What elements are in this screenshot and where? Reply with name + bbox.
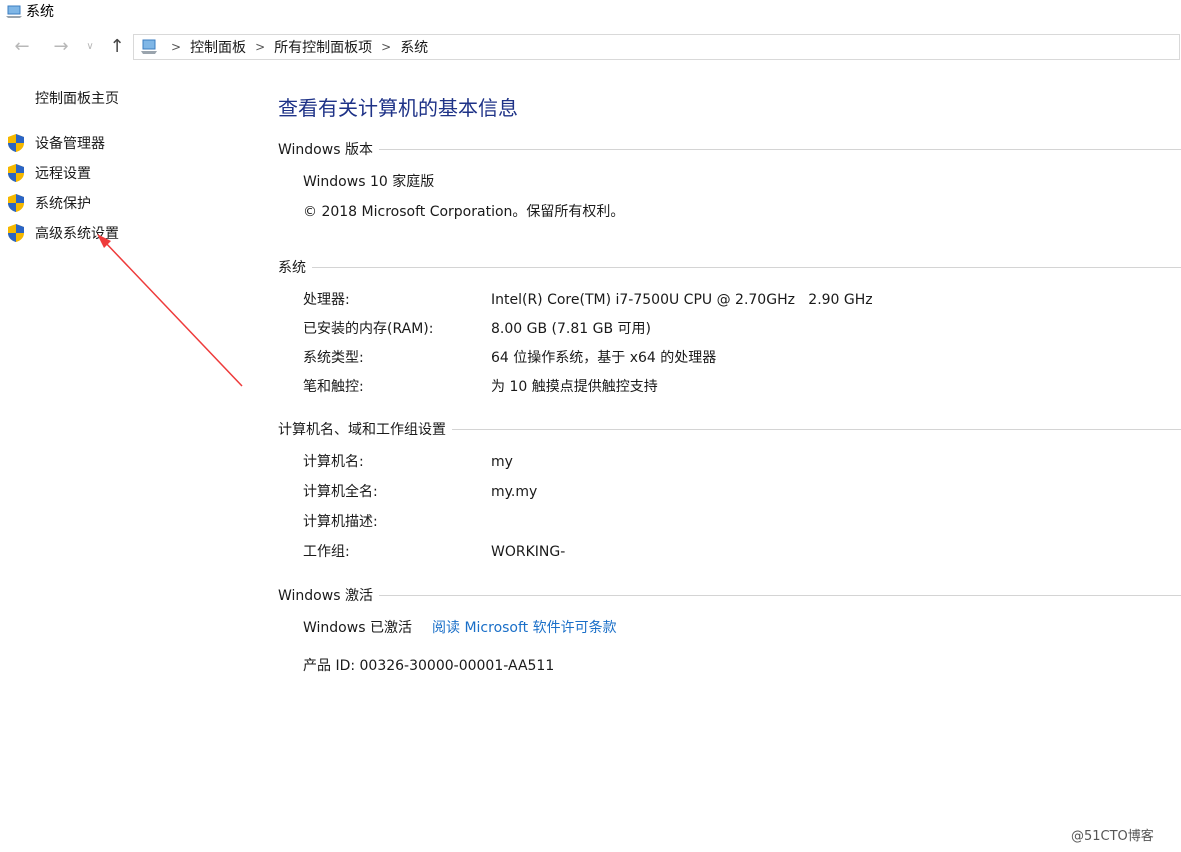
pen-touch-label: 笔和触控:	[303, 379, 364, 395]
back-button[interactable]: ←	[11, 36, 33, 58]
workgroup-label: 工作组:	[303, 544, 350, 560]
breadcrumb-all-items[interactable]: 所有控制面板项	[274, 37, 372, 57]
full-name-label: 计算机全名:	[303, 484, 378, 500]
section-activation: Windows 激活	[278, 585, 1181, 605]
computer-icon	[6, 5, 22, 18]
forward-button[interactable]: →	[50, 36, 72, 58]
license-terms-link[interactable]: 阅读 Microsoft 软件许可条款	[432, 618, 617, 638]
recent-locations-dropdown[interactable]: ∨	[82, 36, 98, 58]
full-name-value: my.my	[491, 484, 538, 500]
section-system: 系统	[278, 257, 1181, 277]
computer-name-value: my	[491, 454, 513, 470]
control-panel-icon	[141, 39, 157, 54]
section-divider	[378, 595, 1181, 596]
sidebar-item-label: 高级系统设置	[35, 226, 119, 242]
copyright-text: © 2018 Microsoft Corporation。保留所有权利。	[303, 204, 625, 220]
sidebar-item-label: 远程设置	[35, 166, 91, 182]
chevron-right-icon[interactable]: >	[381, 40, 391, 54]
section-divider	[378, 149, 1181, 150]
sidebar-item-device-manager[interactable]: 设备管理器	[6, 132, 105, 154]
activation-status: Windows 已激活	[303, 620, 412, 636]
chevron-right-icon[interactable]: >	[171, 40, 181, 54]
window-title: 系统	[26, 4, 54, 20]
uac-shield-icon	[8, 164, 24, 182]
system-type-value: 64 位操作系统，基于 x64 的处理器	[491, 350, 717, 366]
sidebar-item-label: 系统保护	[35, 196, 91, 212]
sidebar-item-label: 设备管理器	[35, 136, 105, 152]
description-label: 计算机描述:	[303, 514, 378, 530]
pen-touch-value: 为 10 触摸点提供触控支持	[491, 379, 658, 395]
breadcrumb: > 控制面板 > 所有控制面板项 > 系统	[162, 35, 428, 59]
processor-value: Intel(R) Core(TM) i7-7500U CPU @ 2.70GHz…	[491, 292, 873, 308]
section-heading: 系统	[278, 260, 306, 276]
ram-value: 8.00 GB (7.81 GB 可用)	[491, 321, 651, 337]
ram-label: 已安装的内存(RAM):	[303, 321, 434, 337]
workgroup-value: WORKING-	[491, 544, 566, 560]
edition-name: Windows 10 家庭版	[303, 174, 435, 190]
section-computer-name: 计算机名、域和工作组设置	[278, 419, 1181, 439]
section-heading: 计算机名、域和工作组设置	[278, 422, 446, 438]
processor-label: 处理器:	[303, 292, 350, 308]
watermark: @51CTO博客	[1071, 829, 1154, 844]
title-bar: 系统	[0, 0, 1181, 26]
uac-shield-icon	[8, 134, 24, 152]
address-bar[interactable]: > 控制面板 > 所有控制面板项 > 系统	[133, 34, 1180, 60]
section-divider	[312, 267, 1181, 268]
sidebar-item-system-protection[interactable]: 系统保护	[6, 192, 91, 214]
chevron-right-icon[interactable]: >	[255, 40, 265, 54]
computer-name-label: 计算机名:	[303, 454, 364, 470]
breadcrumb-control-panel[interactable]: 控制面板	[190, 37, 246, 57]
uac-shield-icon	[8, 194, 24, 212]
control-panel-home-link[interactable]: 控制面板主页	[35, 89, 119, 109]
section-windows-edition: Windows 版本	[278, 139, 1181, 159]
system-type-label: 系统类型:	[303, 350, 364, 366]
sidebar-item-advanced-settings[interactable]: 高级系统设置	[6, 222, 119, 244]
sidebar-item-remote-settings[interactable]: 远程设置	[6, 162, 91, 184]
up-button[interactable]: ↑	[106, 36, 128, 58]
product-id: 产品 ID: 00326-30000-00001-AA511	[303, 658, 555, 674]
breadcrumb-system[interactable]: 系统	[400, 37, 428, 57]
section-heading: Windows 激活	[278, 588, 373, 604]
page-title: 查看有关计算机的基本信息	[278, 96, 518, 120]
section-divider	[452, 429, 1181, 430]
section-heading: Windows 版本	[278, 142, 373, 158]
uac-shield-icon	[8, 224, 24, 242]
